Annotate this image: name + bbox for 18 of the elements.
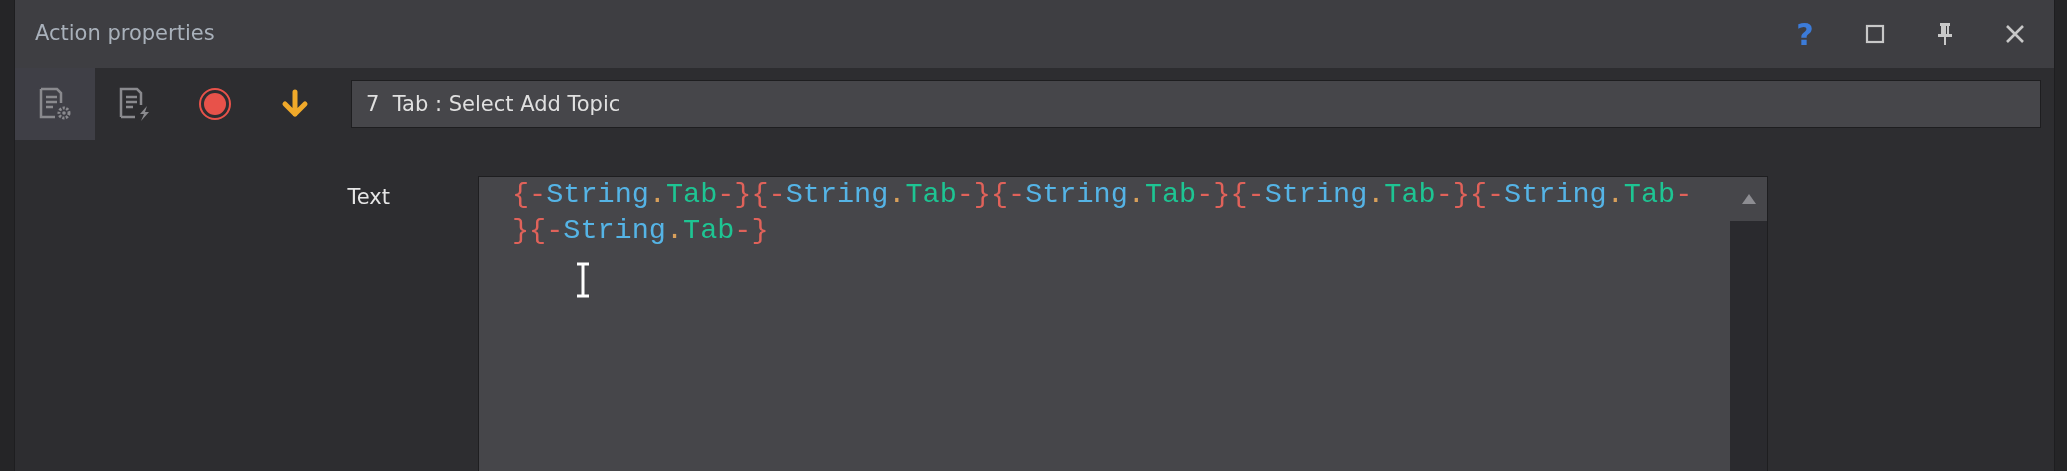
up-triangle-icon <box>1740 193 1757 205</box>
code-line: {-String.Tab-}{-String.Tab-}{-String.Tab-}{-String.Tab-}{-String.Tab- <box>512 177 1693 213</box>
scroll-up-button[interactable] <box>1730 177 1767 221</box>
text-editor[interactable]: {-String.Tab-}{-String.Tab-}{-String.Tab-}{-String.Tab-}{-String.Tab- }{-String.Tab-} <box>478 176 1768 471</box>
field-label: Text <box>346 184 391 211</box>
text-cursor-icon <box>575 262 591 298</box>
maximize-icon <box>1865 24 1885 44</box>
properties-icon <box>37 86 73 122</box>
record-icon <box>198 87 232 121</box>
pin-icon <box>1936 22 1954 46</box>
help-button[interactable]: ? <box>1774 9 1836 59</box>
scrollbar[interactable] <box>1730 177 1767 471</box>
properties-button[interactable] <box>15 68 95 140</box>
window-title: Action properties <box>35 20 215 48</box>
close-icon <box>2005 24 2025 44</box>
code-line: }{-String.Tab-} <box>512 213 769 249</box>
down-arrow-icon <box>280 89 310 119</box>
action-field[interactable]: 7 Tab : Select Add Topic <box>351 80 2041 128</box>
